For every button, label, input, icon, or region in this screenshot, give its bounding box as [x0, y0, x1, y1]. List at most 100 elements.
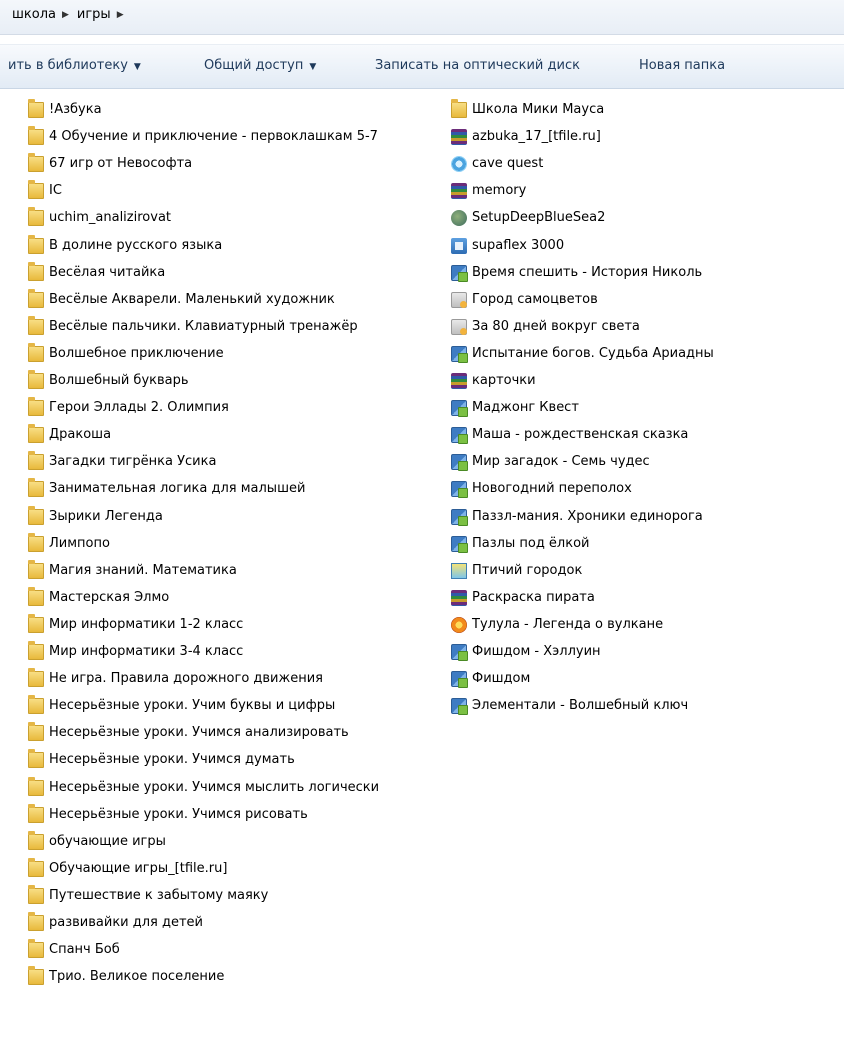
file-item[interactable]: 4 Обучение и приключение - первоклашкам … [28, 126, 378, 148]
file-item[interactable]: supaflex 3000 [451, 235, 564, 257]
folder-icon [28, 424, 44, 443]
file-name: Весёлые Акварели. Маленький художник [49, 292, 335, 307]
file-item[interactable]: развивайки для детей [28, 912, 203, 934]
file-item[interactable]: Пазлы под ёлкой [451, 533, 590, 555]
file-item[interactable]: Зырики Легенда [28, 506, 163, 528]
folder-icon [28, 126, 44, 145]
file-item[interactable]: 67 игр от Невософта [28, 153, 192, 175]
file-name: обучающие игры [49, 834, 166, 849]
folder-icon [28, 749, 44, 768]
file-item[interactable]: Элементали - Волшебный ключ [451, 695, 688, 717]
winrar-archive-icon [451, 183, 467, 199]
file-name: Раскраска пирата [472, 590, 595, 605]
file-name: Мир информатики 1-2 класс [49, 617, 244, 632]
file-item[interactable]: SetupDeepBlueSea2 [451, 207, 605, 229]
file-name: supaflex 3000 [472, 238, 565, 253]
file-item[interactable]: memory [451, 180, 526, 202]
file-item[interactable]: Путешествие к забытому маяку [28, 885, 268, 907]
folder-icon [28, 397, 44, 416]
file-item[interactable]: Не игра. Правила дорожного движения [28, 668, 323, 690]
setup-icon [451, 481, 468, 498]
file-item[interactable]: Волшебное приключение [28, 343, 224, 365]
file-item[interactable]: Лимпопо [28, 533, 110, 555]
file-item[interactable]: Обучающие игры_[tfile.ru] [28, 858, 227, 880]
folder-icon [28, 858, 44, 877]
file-name: Несерьёзные уроки. Учим буквы и цифры [49, 698, 336, 713]
file-name: Обучающие игры_[tfile.ru] [49, 861, 228, 876]
file-item[interactable]: обучающие игры [28, 831, 166, 853]
file-item[interactable]: Весёлые пальчики. Клавиатурный тренажёр [28, 316, 358, 338]
file-name: Зырики Легенда [49, 509, 163, 524]
folder-icon [28, 153, 44, 172]
folder-icon [28, 180, 44, 199]
file-item[interactable]: Новогодний переполох [451, 478, 632, 500]
file-name: Фишдом [472, 671, 531, 686]
file-name: Город самоцветов [472, 292, 598, 307]
file-item[interactable]: Раскраска пирата [451, 587, 595, 609]
file-name: Дракоша [49, 427, 112, 442]
file-name: Новогодний переполох [472, 481, 632, 496]
file-name: Время спешить - История Николь [472, 265, 703, 280]
file-item[interactable]: uchim_analizirovat [28, 207, 171, 229]
folder-icon [28, 668, 44, 687]
file-item[interactable]: Птичий городок [451, 560, 582, 582]
file-item[interactable]: Тулула - Легенда о вулкане [451, 614, 663, 636]
file-item[interactable]: Мир информатики 3-4 класс [28, 641, 243, 663]
folder-icon [28, 370, 44, 389]
file-name: Весёлые пальчики. Клавиатурный тренажёр [49, 319, 358, 334]
file-item[interactable]: карточки [451, 370, 536, 392]
file-item[interactable]: Фишдом - Хэллуин [451, 641, 601, 663]
file-name: В долине русского языка [49, 238, 223, 253]
file-item[interactable]: Волшебный букварь [28, 370, 189, 392]
file-name: Занимательная логика для малышей [49, 481, 306, 496]
file-item[interactable]: Испытание богов. Судьба Ариадны [451, 343, 714, 365]
folder-icon [28, 533, 44, 552]
file-item[interactable]: Несерьёзные уроки. Учимся мыслить логиче… [28, 777, 379, 799]
file-item[interactable]: cave quest [451, 153, 543, 175]
file-item[interactable]: Паззл-мания. Хроники единорога [451, 506, 703, 528]
folder-icon [28, 316, 44, 335]
file-item[interactable]: Маджонг Квест [451, 397, 579, 419]
file-name: Несерьёзные уроки. Учимся мыслить логиче… [49, 780, 380, 795]
cd-image-icon [451, 156, 467, 172]
file-item[interactable]: Весёлая читайка [28, 262, 165, 284]
file-item[interactable]: Несерьёзные уроки. Учимся анализировать [28, 722, 349, 744]
file-item[interactable]: Несерьёзные уроки. Учимся рисовать [28, 804, 308, 826]
folder-icon [28, 966, 44, 985]
file-name: Герои Эллады 2. Олимпия [49, 400, 229, 415]
folder-icon [28, 722, 44, 741]
file-name: Мастерская Элмо [49, 590, 170, 605]
setup-icon [451, 346, 468, 363]
folder-icon [28, 207, 44, 226]
folder-icon [28, 235, 44, 254]
setup-icon [451, 644, 468, 661]
file-item[interactable]: Дракоша [28, 424, 111, 446]
file-item[interactable]: Спанч Боб [28, 939, 120, 961]
file-item[interactable]: Маша - рождественская сказка [451, 424, 688, 446]
file-item[interactable]: Мир загадок - Семь чудес [451, 451, 650, 473]
winrar-archive-icon [451, 129, 467, 145]
file-item[interactable]: Занимательная логика для малышей [28, 478, 305, 500]
file-item[interactable]: Фишдом [451, 668, 530, 690]
file-name: Мир информатики 3-4 класс [49, 644, 244, 659]
file-name: !Азбука [49, 102, 102, 117]
file-item[interactable]: Город самоцветов [451, 289, 598, 311]
file-item[interactable]: Школа Мики Мауса [451, 99, 604, 121]
file-item[interactable]: Весёлые Акварели. Маленький художник [28, 289, 335, 311]
file-item[interactable]: Трио. Великое поселение [28, 966, 224, 988]
file-item[interactable]: Несерьёзные уроки. Учимся думать [28, 749, 295, 771]
file-item[interactable]: Магия знаний. Математика [28, 560, 237, 582]
file-item[interactable]: Время спешить - История Николь [451, 262, 702, 284]
file-name: azbuka_17_[tfile.ru] [472, 129, 601, 144]
file-item[interactable]: Мир информатики 1-2 класс [28, 614, 243, 636]
file-item[interactable]: Мастерская Элмо [28, 587, 169, 609]
file-item[interactable]: !Азбука [28, 99, 102, 121]
folder-icon [28, 560, 44, 579]
file-item[interactable]: Загадки тигрёнка Усика [28, 451, 216, 473]
file-item[interactable]: azbuka_17_[tfile.ru] [451, 126, 601, 148]
file-item[interactable]: Герои Эллады 2. Олимпия [28, 397, 229, 419]
file-item[interactable]: IC [28, 180, 62, 202]
file-item[interactable]: Несерьёзные уроки. Учим буквы и цифры [28, 695, 335, 717]
file-item[interactable]: За 80 дней вокруг света [451, 316, 640, 338]
file-item[interactable]: В долине русского языка [28, 235, 222, 257]
